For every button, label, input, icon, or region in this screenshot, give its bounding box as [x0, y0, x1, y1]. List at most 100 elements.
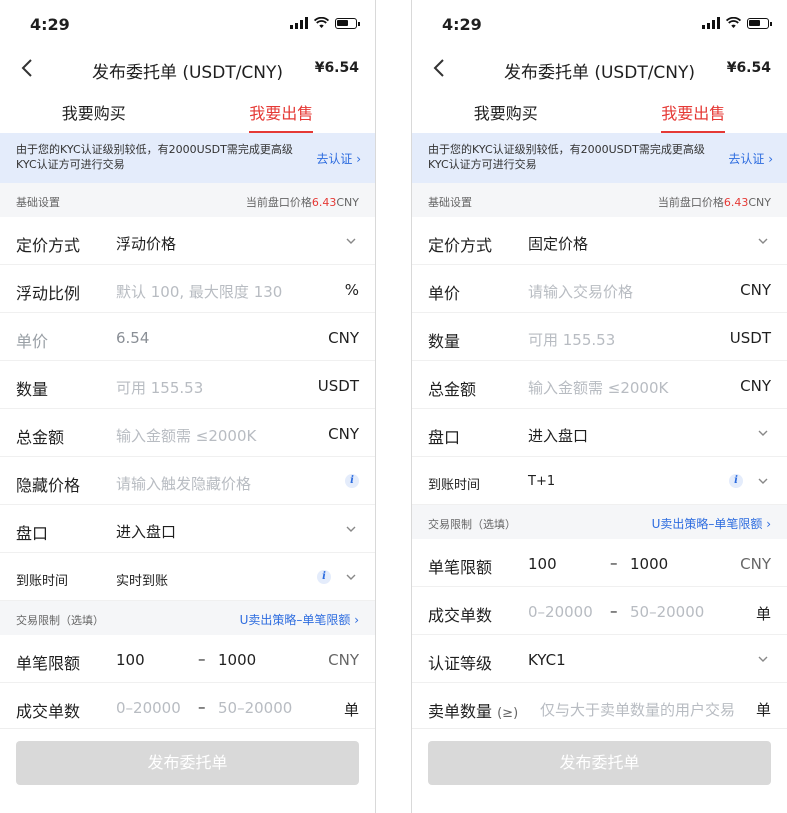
sell-strategy-link[interactable]: U卖出策略–单笔限额 › — [240, 611, 359, 628]
chevron-down-icon — [346, 238, 356, 244]
quantity-input[interactable]: 可用 155.53 — [116, 377, 203, 398]
kyc-level-value: KYC1 — [528, 651, 566, 669]
float-ratio-input[interactable]: 默认 100, 最大限度 130 — [116, 281, 282, 302]
wifi-icon — [726, 17, 741, 28]
chevron-down-icon — [758, 656, 768, 662]
market-price-value: 6.43 — [723, 196, 749, 209]
chevron-down-icon — [758, 430, 768, 436]
deal-count-row: 成交单数 0–20000 – 50–20000 单 — [0, 683, 375, 731]
basic-settings-title: 基础设置 — [428, 196, 472, 209]
arrival-time-label: 到账时间 — [428, 478, 481, 493]
single-limit-max-input[interactable]: 1000 — [218, 651, 256, 669]
deal-count-min-input[interactable]: 0–20000 — [528, 603, 593, 621]
trade-limits-title: 交易限制（选填） — [428, 518, 516, 531]
market-price: 当前盘口价格6.43CNY — [246, 194, 359, 210]
kyc-notice: 由于您的KYC认证级别较低，有2000USDT需完成更高级KYC认证方可进行交易… — [0, 133, 375, 183]
nav-bar: 发布委托单 (USDT/CNY) ¥6.54 — [412, 48, 787, 90]
pricing-method-row[interactable]: 定价方式 浮动价格 — [0, 217, 375, 265]
unit-price-value: 6.54 — [116, 329, 150, 347]
deal-count-unit: 单 — [343, 701, 359, 719]
publish-order-button[interactable]: 发布委托单 — [428, 741, 771, 785]
single-limit-min-input[interactable]: 100 — [528, 555, 557, 573]
status-time: 4:29 — [30, 15, 70, 34]
unit-price-label: 单价 — [428, 284, 461, 303]
publish-order-button[interactable]: 发布委托单 — [16, 741, 359, 785]
trade-limits-header: 交易限制（选填） U卖出策略–单笔限额 › — [0, 601, 375, 635]
quantity-label: 数量 — [428, 332, 461, 351]
sell-count-label-suffix: (≥) — [497, 706, 519, 721]
kyc-level-row[interactable]: 认证等级 KYC1 — [412, 635, 787, 683]
chevron-down-icon — [346, 526, 356, 532]
chevron-down-icon — [346, 574, 356, 580]
quantity-row: 数量 可用 155.53 USDT — [0, 361, 375, 409]
market-row[interactable]: 盘口 进入盘口 — [412, 409, 787, 457]
single-limit-row: 单笔限额 100 – 1000 CNY — [0, 635, 375, 683]
verify-link[interactable]: 去认证 › — [316, 150, 361, 167]
float-ratio-row: 浮动比例 默认 100, 最大限度 130 % — [0, 265, 375, 313]
pricing-method-row[interactable]: 定价方式 固定价格 — [412, 217, 787, 265]
trade-limits-title: 交易限制（选填） — [16, 614, 104, 627]
deal-count-unit: 单 — [755, 605, 771, 623]
market-price-unit: CNY — [748, 196, 771, 209]
tab-buy[interactable]: 我要购买 — [412, 90, 600, 133]
range-dash: – — [198, 698, 206, 716]
phone-screen-fixed-price: 4:29 发布委托单 (USDT/CNY) ¥6.54 我要购买 我要出售 由于… — [411, 0, 787, 813]
info-icon[interactable]: i — [345, 474, 359, 488]
market-row[interactable]: 盘口 进入盘口 — [0, 505, 375, 553]
deal-count-max-input[interactable]: 50–20000 — [218, 699, 292, 717]
pricing-method-value: 固定价格 — [528, 235, 589, 253]
status-bar: 4:29 — [0, 0, 375, 48]
unit-price-row: 单价 6.54 CNY — [0, 313, 375, 361]
tab-sell[interactable]: 我要出售 — [188, 90, 376, 133]
verify-link[interactable]: 去认证 › — [728, 150, 773, 167]
single-limit-min-input[interactable]: 100 — [116, 651, 145, 669]
deal-count-max-input[interactable]: 50–20000 — [630, 603, 704, 621]
pricing-method-value: 浮动价格 — [116, 235, 177, 253]
market-price-value: 6.43 — [311, 196, 337, 209]
trade-limits-header: 交易限制（选填） U卖出策略–单笔限额 › — [412, 505, 787, 539]
nav-bar: 发布委托单 (USDT/CNY) ¥6.54 — [0, 48, 375, 90]
total-amount-unit: CNY — [740, 377, 771, 395]
market-price-unit: CNY — [336, 196, 359, 209]
total-amount-label: 总金额 — [16, 428, 65, 447]
info-icon[interactable]: i — [729, 474, 743, 488]
tab-buy[interactable]: 我要购买 — [0, 90, 188, 133]
sell-count-unit: 单 — [755, 701, 771, 719]
single-limit-max-input[interactable]: 1000 — [630, 555, 668, 573]
sell-count-label: 卖单数量 (≥) — [428, 698, 518, 722]
market-value: 进入盘口 — [528, 427, 589, 445]
nav-price: ¥6.54 — [726, 60, 771, 76]
deal-count-min-input[interactable]: 0–20000 — [116, 699, 181, 717]
sell-strategy-link[interactable]: U卖出策略–单笔限额 › — [652, 515, 771, 532]
tab-sell[interactable]: 我要出售 — [600, 90, 787, 133]
arrival-time-row[interactable]: 到账时间 T+1 i — [412, 457, 787, 505]
chevron-down-icon — [758, 238, 768, 244]
market-value: 进入盘口 — [116, 523, 177, 541]
hidden-price-row: 隐藏价格 请输入触发隐藏价格 i — [0, 457, 375, 505]
range-dash: – — [610, 554, 618, 572]
single-limit-unit: CNY — [740, 555, 771, 573]
total-amount-row: 总金额 输入金额需 ≤2000K CNY — [412, 361, 787, 409]
battery-icon — [747, 17, 772, 29]
battery-icon — [335, 17, 360, 29]
total-amount-input[interactable]: 输入金额需 ≤2000K — [528, 377, 668, 398]
hidden-price-input[interactable]: 请输入触发隐藏价格 — [116, 473, 251, 494]
quantity-label: 数量 — [16, 380, 49, 399]
sell-count-row: 卖单数量 (≥) 仅与大于卖单数量的用户交易 单 — [412, 683, 787, 731]
float-ratio-label: 浮动比例 — [16, 284, 81, 303]
unit-price-unit: CNY — [328, 329, 359, 347]
hidden-price-label: 隐藏价格 — [16, 476, 81, 495]
quantity-input[interactable]: 可用 155.53 — [528, 329, 615, 350]
unit-price-input[interactable]: 请输入交易价格 — [528, 281, 633, 302]
quantity-unit: USDT — [317, 377, 359, 395]
info-icon[interactable]: i — [317, 570, 331, 584]
basic-settings-title: 基础设置 — [16, 196, 60, 209]
deal-count-label: 成交单数 — [428, 606, 493, 625]
range-dash: – — [198, 650, 206, 668]
arrival-time-row[interactable]: 到账时间 实时到账 i — [0, 553, 375, 601]
sell-count-input[interactable]: 仅与大于卖单数量的用户交易 — [540, 699, 735, 720]
kyc-notice-text: 由于您的KYC认证级别较低，有2000USDT需完成更高级KYC认证方可进行交易 — [428, 143, 705, 171]
status-time: 4:29 — [442, 15, 482, 34]
total-amount-row: 总金额 输入金额需 ≤2000K CNY — [0, 409, 375, 457]
total-amount-input[interactable]: 输入金额需 ≤2000K — [116, 425, 256, 446]
